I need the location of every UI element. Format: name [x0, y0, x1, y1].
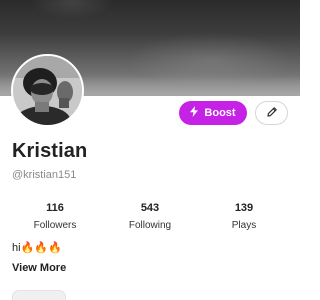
profile-stats: 116 Followers 543 Following 139 Plays — [0, 201, 300, 237]
followers-label: Followers — [33, 220, 77, 231]
boost-button[interactable]: Boost — [179, 101, 247, 125]
plays-label: Plays — [231, 220, 257, 231]
profile-bio: hi🔥🔥🔥 — [12, 242, 62, 254]
following-count: 543 — [140, 202, 160, 214]
edit-profile-button[interactable] — [255, 101, 288, 125]
pencil-icon — [266, 106, 278, 121]
following-stat[interactable]: 543 Following — [110, 201, 190, 232]
bottom-chip[interactable] — [12, 290, 66, 300]
plays-count: 139 — [234, 202, 254, 214]
followers-stat[interactable]: 116 Followers — [15, 201, 95, 232]
avatar[interactable] — [11, 54, 84, 127]
avatar-photo — [13, 56, 82, 125]
profile-name: Kristian — [12, 140, 88, 162]
following-label: Following — [128, 220, 172, 231]
boost-button-label: Boost — [204, 107, 236, 119]
plays-stat[interactable]: 139 Plays — [204, 201, 284, 232]
view-more-link[interactable]: View More — [12, 262, 66, 274]
lightning-bolt-icon — [190, 106, 199, 120]
profile-handle: @kristian151 — [12, 169, 77, 181]
followers-count: 116 — [46, 202, 64, 214]
profile-page: Boost Kristian @kristian151 116 Follower… — [0, 0, 300, 300]
